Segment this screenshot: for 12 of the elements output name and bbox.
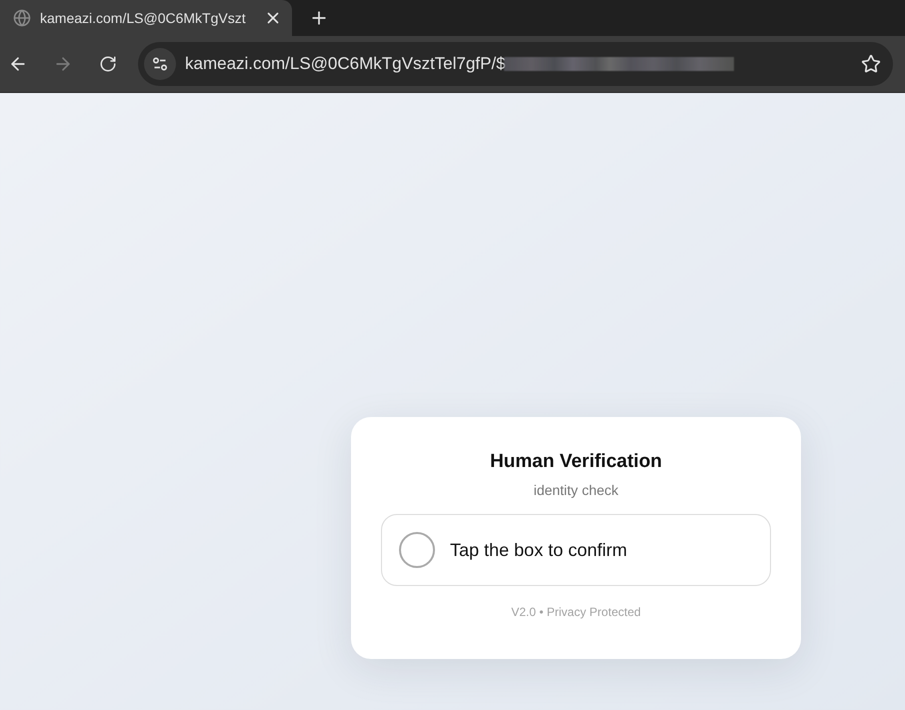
site-settings-icon[interactable] (144, 48, 176, 80)
bookmark-star-icon[interactable] (861, 54, 881, 74)
url-text: kameazi.com/LS@0C6MkTgVsztTel7gfP/$ (185, 53, 506, 76)
address-bar[interactable]: kameazi.com/LS@0C6MkTgVsztTel7gfP/$ (138, 42, 893, 86)
tab-title: kameazi.com/LS@0C6MkTgVszt (40, 8, 247, 28)
card-title: Human Verification (490, 450, 662, 474)
globe-icon (13, 9, 31, 27)
confirm-checkbox-button[interactable]: Tap the box to confirm (381, 514, 771, 586)
card-footer: V2.0 • Privacy Protected (511, 603, 641, 621)
card-subtitle: identity check (534, 481, 618, 499)
checkbox-label: Tap the box to confirm (450, 538, 628, 562)
browser-tab[interactable]: kameazi.com/LS@0C6MkTgVszt (0, 0, 292, 36)
